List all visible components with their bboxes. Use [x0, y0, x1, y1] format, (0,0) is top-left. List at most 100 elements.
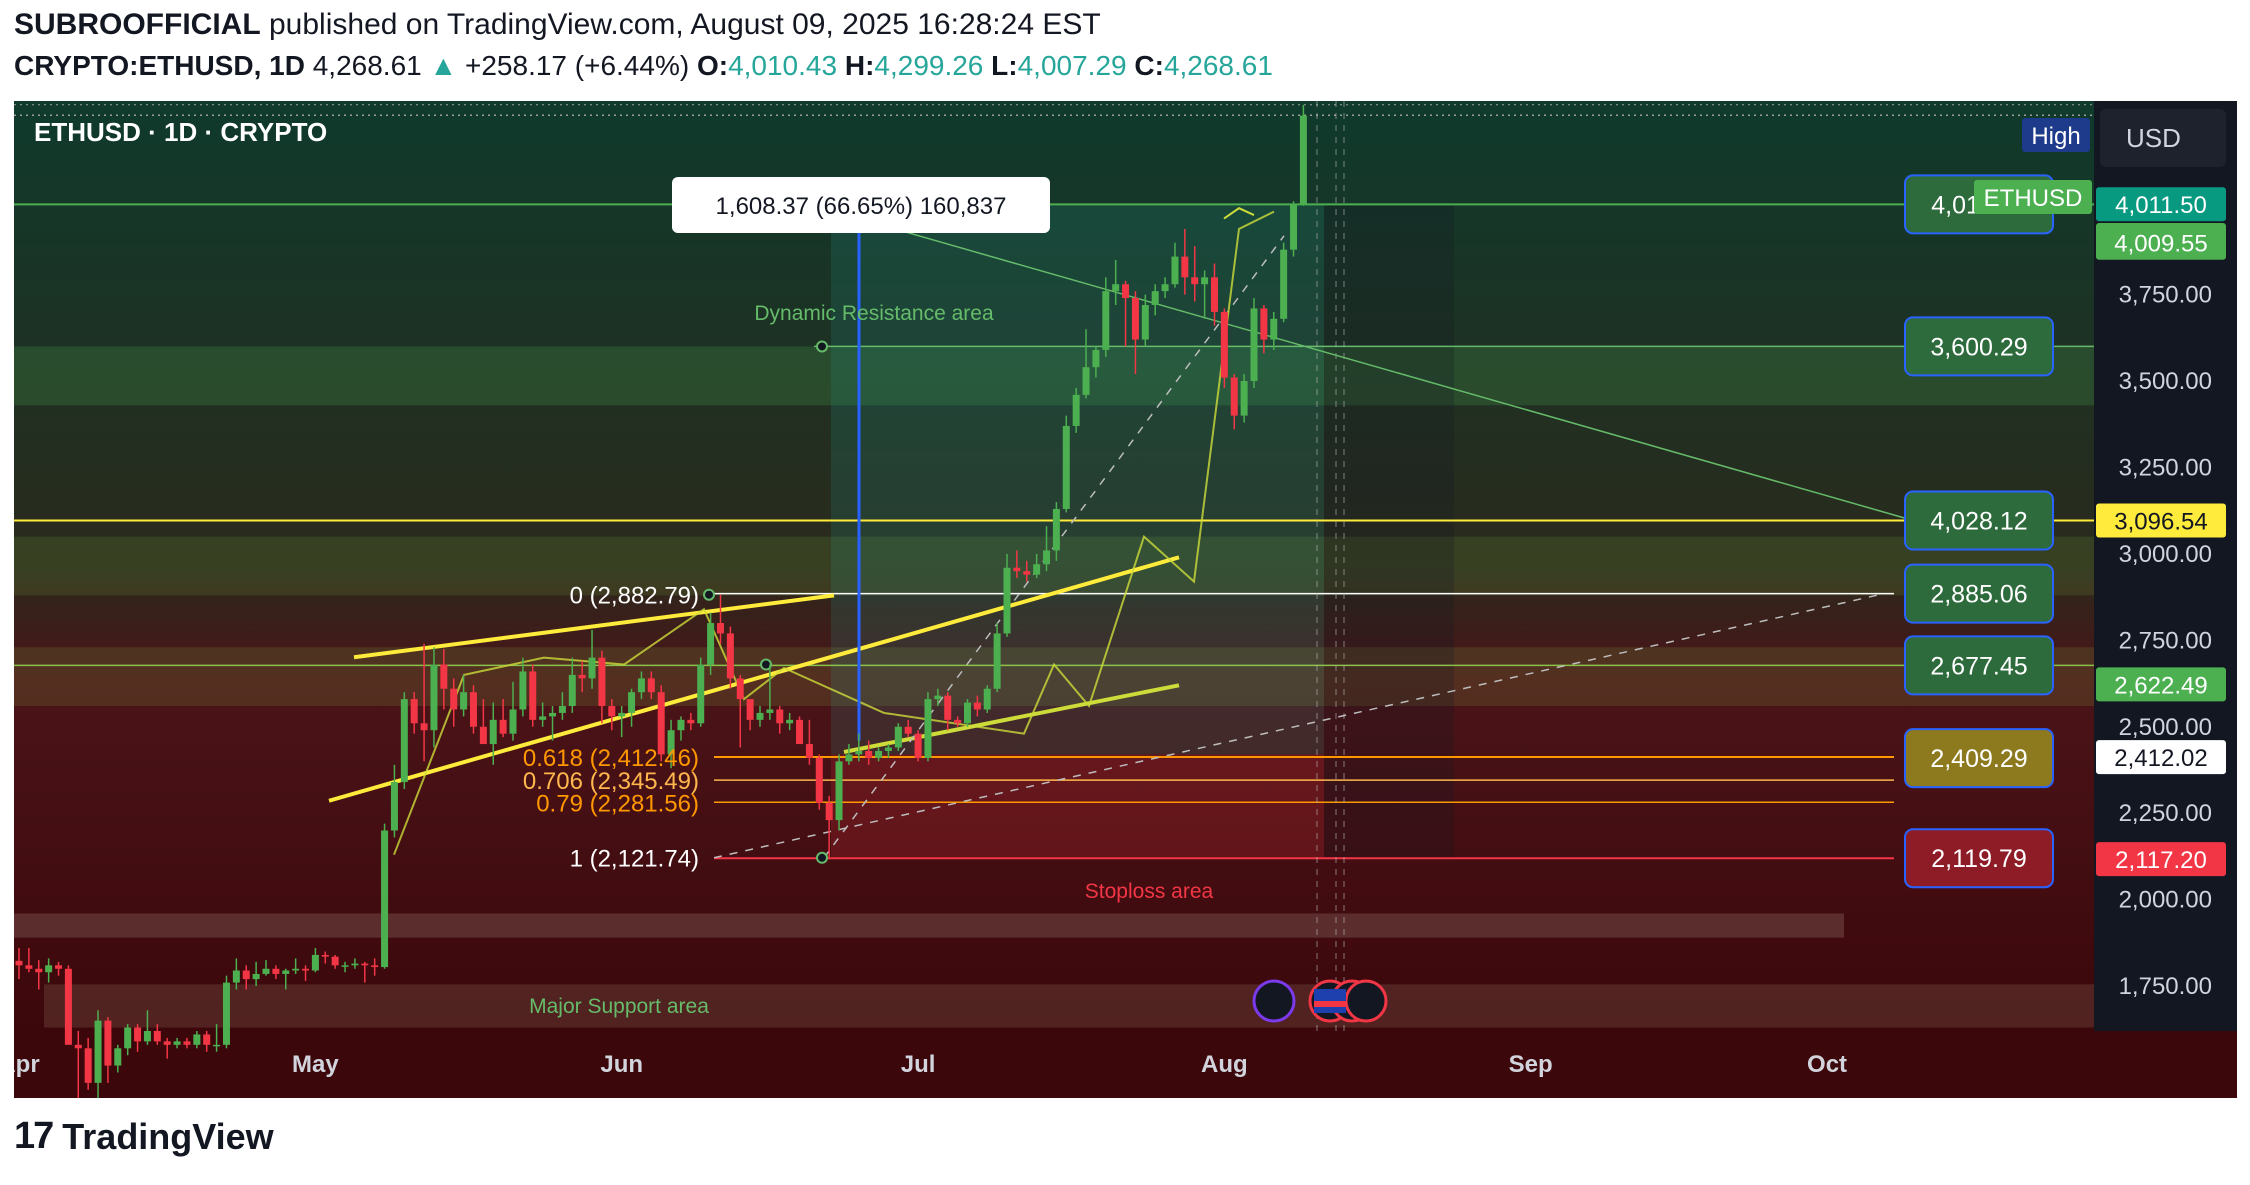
candle-body: [381, 830, 389, 968]
candle-body: [341, 965, 349, 967]
candle-body: [1131, 298, 1139, 340]
fib-level-label: 1 (2,121.74): [570, 846, 699, 873]
candle-body: [390, 782, 398, 831]
level-price-label: 3,600.29: [1930, 333, 2027, 361]
candle-body: [1240, 381, 1248, 416]
candle-body: [865, 750, 873, 758]
candle-body: [104, 1020, 112, 1066]
level-price-label: 4,028.12: [1930, 508, 2027, 536]
candle-body: [1161, 284, 1169, 292]
currency-button-label[interactable]: USD: [2126, 123, 2181, 153]
price-axis-tick-label: 3,750.00: [2119, 282, 2212, 309]
candle-body: [716, 623, 724, 634]
price-axis-tag-label: 2,412.02: [2114, 745, 2207, 772]
price-axis-tick-label: 3,000.00: [2119, 541, 2212, 568]
close-value: 4,268.61: [1163, 50, 1273, 81]
candle-body: [568, 674, 576, 707]
price-axis-tag-label: 2,622.49: [2114, 672, 2207, 699]
candle-body: [173, 1041, 181, 1045]
candle-body: [973, 702, 981, 710]
candle-body: [855, 750, 863, 755]
candle-body: [825, 802, 833, 821]
long-position-target-box: [831, 204, 1324, 755]
tradingview-brand[interactable]: TradingView: [62, 1116, 273, 1158]
open-value: 4,010.43: [728, 50, 838, 81]
candle-body: [1280, 249, 1288, 319]
candle-body: [1013, 567, 1021, 572]
price-change: +258.17 (+6.44%): [465, 50, 690, 81]
candle-body: [1230, 377, 1238, 416]
candle-body: [282, 970, 290, 974]
candle-body: [805, 744, 813, 758]
economic-event-icon: [1344, 979, 1388, 1023]
price-axis-tag-label: ETHUSD: [1984, 185, 2083, 212]
chart-title: ETHUSD · 1D · CRYPTO: [34, 117, 327, 147]
candle-body: [618, 712, 626, 717]
candle-body: [45, 965, 53, 973]
price-axis-tick-label: 1,750.00: [2119, 973, 2212, 1000]
candle-body: [835, 761, 843, 821]
candle-body: [509, 709, 517, 734]
candle-body: [894, 726, 902, 748]
price-axis-tick-label: 2,250.00: [2119, 800, 2212, 827]
major-support-label: Major Support area: [529, 995, 709, 1018]
price-axis-tag-label: 3,096.54: [2114, 509, 2207, 536]
position-shadow-box: [1324, 204, 1454, 858]
long-position-stop-box: [831, 754, 1324, 858]
time-axis-tick-label: Oct: [1807, 1051, 1847, 1078]
candle-body: [588, 657, 596, 679]
pivot-point-dot: [703, 588, 715, 601]
candle-body: [252, 973, 260, 980]
candle-body: [558, 706, 566, 713]
candle-body: [311, 954, 319, 971]
candle-body: [578, 674, 586, 679]
candle-body: [1023, 571, 1031, 575]
candle-body: [815, 757, 823, 803]
candle-body: [143, 1031, 151, 1042]
candle-body: [1072, 394, 1080, 426]
chart-container[interactable]: 0 (2,882.79) 0.618 (2,412.46) 0.706 (2,345…: [14, 101, 2237, 1098]
fib-level-label: 0 (2,882.79): [570, 582, 699, 609]
candle-body: [400, 699, 408, 783]
publisher-name[interactable]: SUBROOFFICIAL: [14, 8, 261, 41]
price-axis-tag-label: 4,011.50: [2115, 192, 2207, 219]
level-price-label: 2,119.79: [1931, 845, 2026, 873]
candle-body: [94, 1020, 102, 1083]
candle-body: [1062, 425, 1070, 509]
close-label: C:: [1134, 50, 1164, 81]
candle-body: [262, 968, 270, 974]
price-axis-tick-label: 2,000.00: [2119, 887, 2212, 914]
candle-body: [163, 1041, 171, 1045]
price-axis-tick-label: 3,250.00: [2119, 454, 2212, 481]
low-value: 4,007.29: [1017, 50, 1127, 81]
candle-body: [232, 970, 240, 983]
price-chart[interactable]: 0 (2,882.79)0.618 (2,412.46)0.706 (2,345…: [14, 101, 2237, 1098]
fib-level-label: 0.79 (2,281.56): [536, 790, 699, 817]
candle-body: [1043, 550, 1051, 565]
time-axis-tick-label: Jun: [600, 1051, 643, 1078]
time-axis-background: [14, 1031, 2237, 1098]
candle-body: [924, 699, 932, 758]
time-axis-tick-label: Jul: [901, 1051, 936, 1078]
candle-body: [796, 719, 804, 745]
candle-body: [361, 963, 369, 966]
candle-body: [331, 956, 339, 966]
candle-body: [963, 702, 971, 724]
candle-body: [1141, 304, 1149, 340]
candle-body: [845, 754, 853, 762]
candle-body: [1092, 349, 1100, 368]
candle-body: [1270, 318, 1278, 340]
price-axis-tick-label: 2,500.00: [2119, 714, 2212, 741]
candle-body: [736, 678, 744, 700]
candle-body: [124, 1027, 132, 1049]
candle-body: [786, 719, 794, 724]
candle-body: [687, 719, 695, 724]
candle-body: [1112, 284, 1120, 292]
candle-body: [1171, 256, 1179, 285]
candle-body: [1220, 311, 1228, 378]
candle-body: [707, 623, 715, 665]
candle-body: [450, 688, 458, 710]
candle-body: [608, 706, 616, 717]
tradingview-logo-icon[interactable]: 17: [14, 1115, 54, 1158]
time-axis-tick-label: Aug: [1201, 1051, 1248, 1078]
